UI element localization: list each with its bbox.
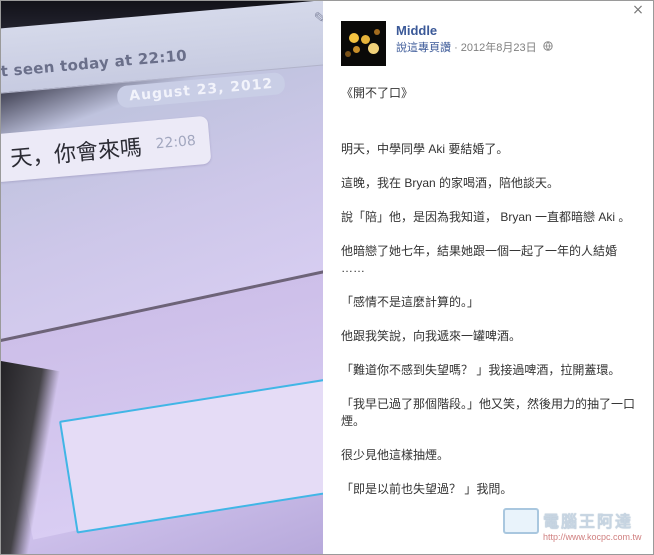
- author-name-link[interactable]: Middle: [396, 23, 437, 38]
- post-paragraph: 「感情不是這麼計算的。」: [341, 295, 480, 309]
- post-paragraph: 他暗戀了她七年，結果她跟一個一起了一年的人結婚 ……: [341, 244, 618, 275]
- chat-bubble: 天，你會來嗎 22:08: [1, 115, 212, 183]
- meta-separator: ·: [454, 42, 458, 54]
- post-paragraph: 他跟我笑說，向我遞來一罐啤酒。: [341, 329, 522, 343]
- globe-icon: [542, 41, 553, 54]
- watermark-title: 電腦王阿達: [543, 512, 634, 531]
- post-paragraph: 「即是以前也失望過？ 」我問。: [341, 482, 513, 496]
- site-watermark: 電腦王阿達 http://www.kocpc.com.tw: [501, 506, 653, 554]
- post-paragraph: 「難道你不感到失望嗎？ 」我接過啤酒，拉開蓋環。: [341, 363, 621, 377]
- post-paragraph: 「我早已過了那個階段。」他又笑，然後用力的抽了一口煙。: [341, 397, 636, 428]
- photo-panel[interactable]: ✱ ◷ ◠ ▮ t seen today at 22:10 ✎ August 2…: [1, 1, 323, 554]
- close-icon[interactable]: ×: [629, 2, 647, 20]
- watermark-url: http://www.kocpc.com.tw: [543, 532, 642, 542]
- post-panel: × Middle 說這專頁讚 · 2012年8月23日 《開不了口》 明天，中學…: [323, 1, 653, 554]
- bubble-time: 22:08: [154, 132, 197, 153]
- post-body: 《開不了口》 明天，中學同學 Aki 要結婚了。 這晚，我在 Bryan 的家喝…: [341, 85, 637, 515]
- last-seen-text: t seen today at 22:10: [1, 46, 188, 81]
- post-paragraph: 很少見他這樣抽煙。: [341, 448, 450, 462]
- post-paragraph: 說「陪」他，是因為我知道， Bryan 一直都暗戀 Aki 。: [341, 210, 631, 224]
- post-meta: 說這專頁讚 · 2012年8月23日: [396, 39, 553, 55]
- post-date-link[interactable]: 2012年8月23日: [461, 42, 537, 54]
- post-paragraph: 這晚，我在 Bryan 的家喝酒，陪他談天。: [341, 176, 560, 190]
- bubble-text: 天，你會來嗎: [9, 135, 143, 173]
- monitor-icon: [503, 508, 539, 534]
- post-paragraph: 明天，中學同學 Aki 要結婚了。: [341, 142, 509, 156]
- author: Middle: [396, 22, 437, 40]
- photo-viewer: ✱ ◷ ◠ ▮ t seen today at 22:10 ✎ August 2…: [0, 0, 654, 555]
- like-page-link[interactable]: 說這專頁讚: [396, 42, 451, 54]
- page-avatar[interactable]: [341, 21, 386, 66]
- edit-icon: ✎: [312, 7, 323, 29]
- post-paragraph: 《開不了口》: [341, 86, 414, 100]
